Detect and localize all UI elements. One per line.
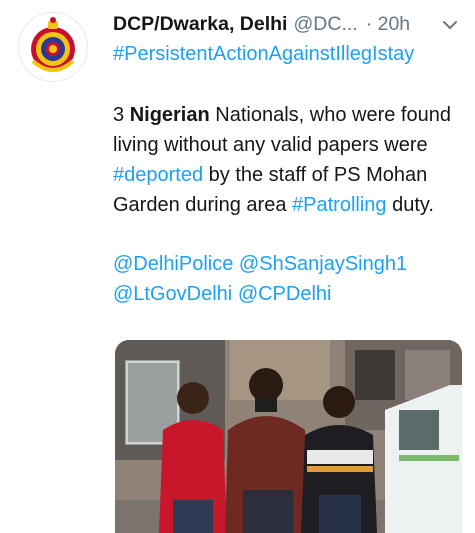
tweet-content: DCP/Dwarka, Delhi @DC... · 20h #Persiste… <box>113 10 465 309</box>
police-emblem-icon <box>31 17 75 72</box>
tweet-text: 3 Nigerian Nationals, who were found liv… <box>113 100 458 220</box>
mention-cpdelhi[interactable]: @CPDelhi <box>238 283 332 305</box>
tweet-text-bold: Nigerian <box>129 104 210 126</box>
chevron-down-icon[interactable] <box>441 18 459 32</box>
timestamp[interactable]: · 20h <box>366 10 410 38</box>
mention-ltgovdelhi[interactable]: @LtGovDelhi <box>113 283 232 305</box>
tweet-photo[interactable] <box>115 340 462 533</box>
user-handle[interactable]: @DC... <box>293 10 357 38</box>
mention-shsanjaysingh1[interactable]: @ShSanjaySingh1 <box>239 253 407 275</box>
photo-image <box>115 340 462 533</box>
tweet-text-prefix: 3 <box>113 104 130 126</box>
avatar[interactable] <box>18 12 88 82</box>
hashtag-deported[interactable]: #deported <box>113 164 203 186</box>
hashtag-link[interactable]: #PersistentActionAgainstIllegIstay <box>113 40 465 68</box>
mentions: @DelhiPolice @ShSanjaySingh1 @LtGovDelhi… <box>113 249 458 309</box>
mention-delhipolice[interactable]: @DelhiPolice <box>113 253 233 275</box>
tweet-text-part3: duty. <box>386 194 434 216</box>
hashtag-patrolling[interactable]: #Patrolling <box>292 194 387 216</box>
tweet-header: DCP/Dwarka, Delhi @DC... · 20h <box>113 10 465 38</box>
display-name[interactable]: DCP/Dwarka, Delhi <box>113 10 287 38</box>
